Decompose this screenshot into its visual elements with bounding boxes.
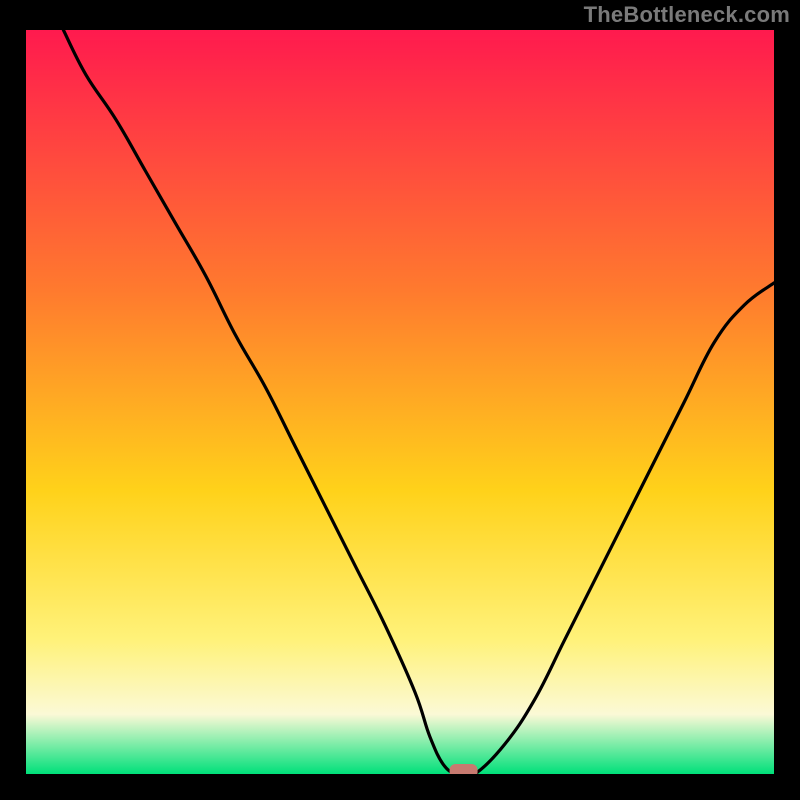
watermark-text: TheBottleneck.com — [584, 2, 790, 28]
gradient-background — [26, 30, 774, 774]
bottleneck-plot-svg — [26, 30, 774, 774]
optimal-marker — [450, 764, 478, 774]
chart-frame: TheBottleneck.com — [0, 0, 800, 800]
plot-area — [26, 30, 774, 774]
